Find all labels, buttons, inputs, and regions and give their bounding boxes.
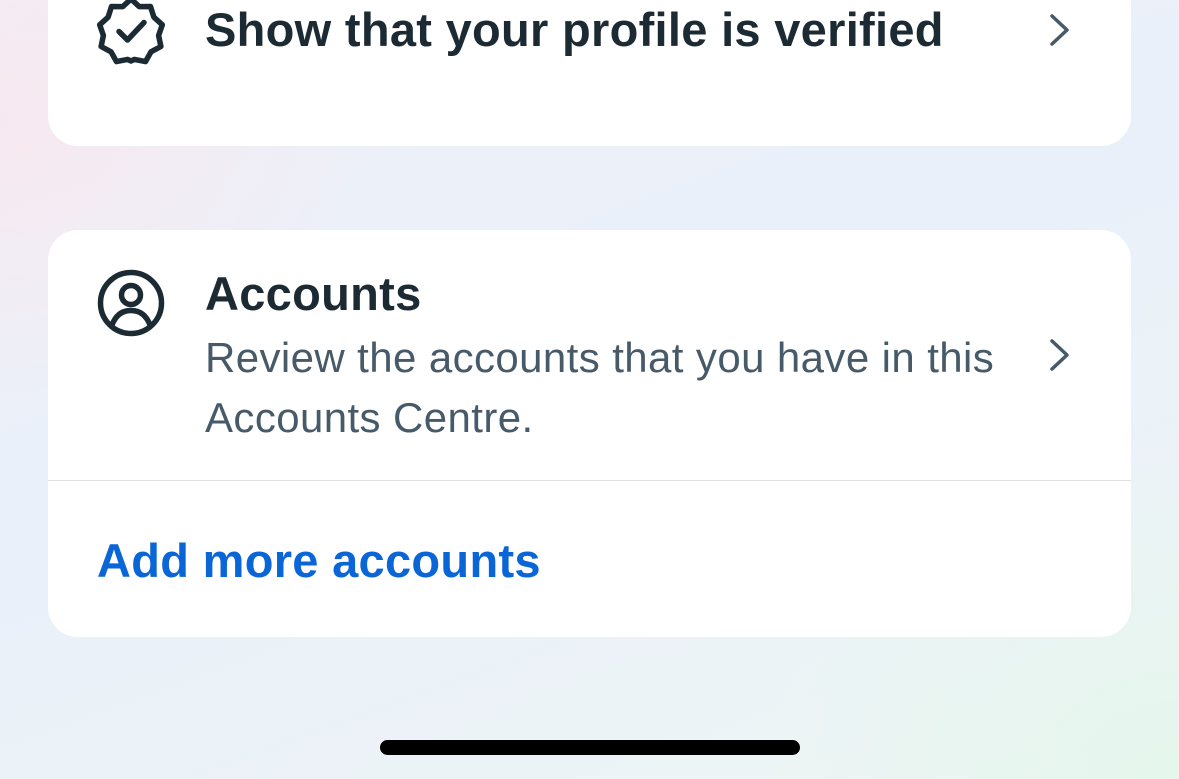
chevron-right-icon — [1047, 12, 1073, 48]
chevron-right-icon — [1047, 337, 1073, 373]
accounts-title: Accounts — [205, 267, 422, 320]
account-circle-icon — [96, 268, 166, 338]
verification-card: Show that your profile is verified — [48, 0, 1131, 146]
accounts-subtitle: Review the accounts that you have in thi… — [205, 334, 995, 441]
show-profile-verified-row[interactable]: Show that your profile is verified — [48, 0, 1131, 146]
add-more-accounts-row[interactable]: Add more accounts — [48, 481, 1131, 637]
verified-badge-icon — [96, 0, 166, 65]
accounts-row[interactable]: Accounts Review the accounts that you ha… — [48, 230, 1131, 480]
home-indicator[interactable] — [380, 740, 800, 755]
accounts-card: Accounts Review the accounts that you ha… — [48, 230, 1131, 637]
show-profile-verified-title: Show that your profile is verified — [205, 3, 944, 56]
add-more-accounts-link[interactable]: Add more accounts — [97, 531, 541, 591]
